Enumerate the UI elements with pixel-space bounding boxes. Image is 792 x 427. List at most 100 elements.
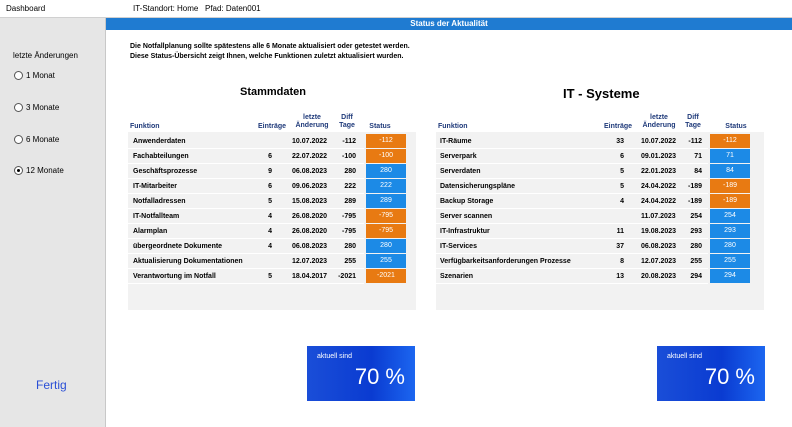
header-letzte-aenderung: letzte Änderung	[295, 114, 329, 129]
intro-line-2: Diese Status-Übersicht zeigt Ihnen, welc…	[130, 53, 404, 60]
table-row[interactable]: Verfügbarkeitsanforderungen Prozesse 8 12.…	[436, 254, 764, 269]
table-row[interactable]: übergeordnete Dokumente 4 06.08.2023 280 280	[128, 239, 416, 254]
radio-12-monate[interactable]: 12 Monate	[14, 166, 64, 175]
table-row[interactable]: Datensicherungspläne 5 24.04.2022 -189 -189	[436, 179, 764, 194]
row-eintraege: 4	[268, 213, 272, 220]
radio-1-monat[interactable]: 1 Monat	[14, 71, 55, 80]
table-row[interactable]: Alarmplan 4 26.08.2020 -795 -795	[128, 224, 416, 239]
row-funktion: IT-Services	[440, 243, 477, 250]
row-eintraege: 33	[616, 138, 624, 145]
pfad-label: Pfad: Daten001	[205, 4, 261, 13]
table-row[interactable]: Geschäftsprozesse 9 06.08.2023 280 280	[128, 164, 416, 179]
row-diff: 294	[690, 273, 702, 280]
row-diff: 289	[344, 198, 356, 205]
row-eintraege: 11	[616, 228, 624, 235]
row-eintraege: 6	[620, 153, 624, 160]
table-row[interactable]: Fachabteilungen 6 22.07.2022 -100 -100	[128, 149, 416, 164]
row-datum: 24.04.2022	[641, 198, 677, 205]
row-divider	[436, 283, 708, 284]
row-eintraege: 4	[268, 243, 272, 250]
table-row[interactable]: IT-Infrastruktur 11 19.08.2023 293 293	[436, 224, 764, 239]
row-datum: 22.07.2022	[292, 153, 328, 160]
status-badge: 280	[366, 239, 406, 253]
status-badge: -112	[366, 134, 406, 148]
table-row[interactable]: Backup Storage 4 24.04.2022 -189 -189	[436, 194, 764, 209]
row-eintraege: 5	[268, 198, 272, 205]
table-row[interactable]: Serverpark 6 09.01.2023 71 71	[436, 149, 764, 164]
radio-6-monate[interactable]: 6 Monate	[14, 135, 59, 144]
row-datum: 26.08.2020	[292, 228, 328, 235]
status-badge: 255	[710, 254, 750, 268]
row-eintraege: 9	[268, 168, 272, 175]
row-datum: 06.08.2023	[641, 243, 677, 250]
status-badge: 222	[366, 179, 406, 193]
table-row[interactable]: IT-Notfallteam 4 26.08.2020 -795 -795	[128, 209, 416, 224]
radio-label: 6 Monate	[26, 135, 60, 144]
top-bar: Dashboard IT-Standort: Home Pfad: Daten0…	[0, 0, 792, 18]
row-datum: 10.07.2022	[292, 138, 328, 145]
table-row[interactable]: Anwenderdaten 10.07.2022 -112 -112	[128, 134, 416, 149]
row-datum: 20.08.2023	[641, 273, 677, 280]
radio-selected-icon	[14, 166, 23, 175]
sidebar-title: letzte Änderungen	[13, 51, 78, 60]
row-datum: 22.01.2023	[641, 168, 677, 175]
status-badge: 71	[710, 149, 750, 163]
kpi-label: aktuell sind	[317, 353, 353, 360]
table-row[interactable]: Notfalladressen 5 15.08.2023 289 289	[128, 194, 416, 209]
status-badge: 294	[710, 269, 750, 283]
row-diff: 84	[694, 168, 702, 175]
row-datum: 12.07.2023	[292, 258, 328, 265]
status-badge: 293	[710, 224, 750, 238]
row-diff: 280	[690, 243, 702, 250]
row-funktion: Serverdaten	[440, 168, 481, 175]
table-row[interactable]: IT-Mitarbeiter 6 09.06.2023 222 222	[128, 179, 416, 194]
row-funktion: Datensicherungspläne	[440, 183, 516, 190]
status-badge: -100	[366, 149, 406, 163]
status-badge: -2021	[366, 269, 406, 283]
radio-label: 12 Monate	[26, 166, 64, 175]
kpi-label: aktuell sind	[667, 353, 703, 360]
row-datum: 15.08.2023	[292, 198, 328, 205]
it-standort-label: IT-Standort: Home	[133, 4, 199, 13]
table-row[interactable]: Serverdaten 5 22.01.2023 84 84	[436, 164, 764, 179]
status-badge: 289	[366, 194, 406, 208]
row-diff: -189	[687, 198, 702, 205]
row-diff: 255	[344, 258, 356, 265]
row-funktion: übergeordnete Dokumente	[133, 243, 223, 250]
row-eintraege: 37	[616, 243, 624, 250]
row-diff: 254	[690, 213, 702, 220]
row-funktion: Server scannen	[440, 213, 493, 220]
row-funktion: IT-Räume	[440, 138, 472, 145]
header-funktion: Funktion	[130, 123, 160, 130]
row-funktion: Serverpark	[440, 153, 477, 160]
radio-label: 3 Monate	[26, 103, 60, 112]
intro-line-1: Die Notfallplanung sollte spätestens all…	[130, 43, 410, 50]
radio-circle-icon	[14, 135, 23, 144]
status-badge: -795	[366, 224, 406, 238]
status-badge: -795	[366, 209, 406, 223]
it-systeme-kpi: aktuell sind 70 %	[657, 346, 765, 401]
row-eintraege: 5	[620, 183, 624, 190]
row-eintraege: 4	[620, 198, 624, 205]
row-datum: 26.08.2020	[292, 213, 328, 220]
table-row[interactable]: Server scannen 11.07.2023 254 254	[436, 209, 764, 224]
fertig-button[interactable]: Fertig	[36, 378, 67, 392]
table-row[interactable]: Szenarien 13 20.08.2023 294 294	[436, 269, 764, 284]
row-funktion: Aktualisierung Dokumentationen	[133, 258, 243, 265]
header-diff-tage: Diff Tage	[339, 114, 355, 129]
table-row[interactable]: Verantwortung im Notfall 5 18.04.2017 -2021…	[128, 269, 416, 284]
header-status: Status	[369, 123, 391, 130]
header-letzte-aenderung-it: letzte Änderung	[642, 114, 676, 129]
table-row[interactable]: IT-Räume 33 10.07.2022 -112 -112	[436, 134, 764, 149]
row-diff: 255	[690, 258, 702, 265]
row-datum: 10.07.2022	[641, 138, 677, 145]
table-row[interactable]: IT-Services 37 06.08.2023 280 280	[436, 239, 764, 254]
table-row[interactable]: Aktualisierung Dokumentationen 12.07.2023…	[128, 254, 416, 269]
radio-circle-icon	[14, 103, 23, 112]
dashboard-label: Dashboard	[6, 4, 46, 13]
radio-3-monate[interactable]: 3 Monate	[14, 103, 59, 112]
row-datum: 09.01.2023	[641, 153, 677, 160]
row-funktion: Backup Storage	[440, 198, 494, 205]
it-systeme-title: IT - Systeme	[563, 86, 640, 101]
sidebar: letzte Änderungen 1 Monat 3 Monate 6 Mon…	[0, 18, 106, 427]
